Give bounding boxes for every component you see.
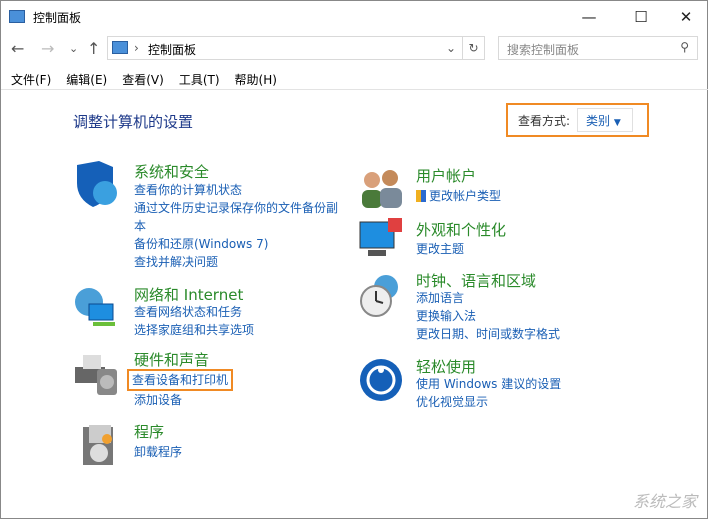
- link-change-account-type[interactable]: 更改帐户类型: [416, 187, 501, 205]
- link-devices-printers[interactable]: 查看设备和打印机: [127, 369, 234, 391]
- shield-icon: [77, 161, 117, 207]
- link-view-computer-status[interactable]: 查看你的计算机状态: [134, 181, 349, 199]
- menu-file[interactable]: 文件(F): [11, 71, 51, 88]
- menu-bar: 文件(F) 编辑(E) 查看(V) 工具(T) 帮助(H): [11, 71, 277, 88]
- view-by-label: 查看方式:: [518, 114, 571, 128]
- back-button[interactable]: ←: [11, 39, 24, 58]
- programs-icon: [83, 425, 113, 465]
- clock-links: 添加语言 更换输入法 更改日期、时间或数字格式: [416, 289, 560, 343]
- control-panel-icon: [112, 41, 128, 54]
- breadcrumb-control-panel[interactable]: 控制面板: [148, 41, 196, 58]
- clock-globe-icon: [360, 275, 398, 317]
- search-input[interactable]: 搜索控制面板 ⚲: [498, 36, 698, 60]
- page-title: 调整计算机的设置: [73, 113, 194, 131]
- category-appearance[interactable]: 外观和个性化: [416, 219, 506, 240]
- link-homegroup[interactable]: 选择家庭组和共享选项: [134, 321, 254, 339]
- user-links: 更改帐户类型: [416, 187, 501, 205]
- category-network-internet[interactable]: 网络和 Internet: [134, 284, 243, 305]
- link-optimize-visual-display[interactable]: 优化视觉显示: [416, 393, 561, 411]
- appearance-monitor-icon: [359, 218, 402, 256]
- category-programs[interactable]: 程序: [134, 421, 164, 442]
- link-change-input-method[interactable]: 更换输入法: [416, 307, 560, 325]
- hardware-links: 查看设备和打印机 添加设备: [127, 369, 234, 409]
- search-icon[interactable]: ⚲: [680, 40, 689, 54]
- minimize-button[interactable]: —: [569, 5, 609, 29]
- up-button[interactable]: ↑: [87, 39, 100, 58]
- category-user-accounts[interactable]: 用户帐户: [416, 165, 476, 186]
- system-security-links: 查看你的计算机状态 通过文件历史记录保存你的文件备份副本 备份和还原(Windo…: [134, 181, 349, 271]
- dropdown-arrow-icon: ▼: [613, 118, 621, 128]
- link-troubleshoot[interactable]: 查找并解决问题: [134, 253, 349, 271]
- link-change-date-time-format[interactable]: 更改日期、时间或数字格式: [416, 325, 560, 343]
- category-ease-of-access[interactable]: 轻松使用: [416, 356, 476, 377]
- close-button[interactable]: ✕: [666, 5, 706, 29]
- menu-help[interactable]: 帮助(H): [235, 71, 277, 88]
- printer-icon: [75, 355, 117, 395]
- link-file-history-backup[interactable]: 通过文件历史记录保存你的文件备份副本: [134, 199, 349, 235]
- link-uninstall-program[interactable]: 卸载程序: [134, 443, 182, 461]
- maximize-button[interactable]: ☐: [621, 5, 661, 29]
- link-add-device[interactable]: 添加设备: [127, 391, 233, 409]
- refresh-button[interactable]: ↻: [463, 36, 485, 60]
- category-system-security[interactable]: 系统和安全: [134, 161, 209, 182]
- link-network-status[interactable]: 查看网络状态和任务: [134, 303, 254, 321]
- app-icon: [9, 10, 25, 23]
- uac-shield-icon: [416, 190, 426, 202]
- menu-edit[interactable]: 编辑(E): [66, 71, 107, 88]
- category-clock-language-region[interactable]: 时钟、语言和区域: [416, 270, 536, 291]
- breadcrumb-separator: ›: [134, 41, 139, 55]
- view-by-select[interactable]: 类别 ▼: [577, 108, 633, 132]
- ease-links: 使用 Windows 建议的设置 优化视觉显示: [416, 375, 561, 411]
- link-backup-restore[interactable]: 备份和还原(Windows 7): [134, 235, 349, 253]
- menu-tools[interactable]: 工具(T): [179, 71, 220, 88]
- link-add-language[interactable]: 添加语言: [416, 289, 560, 307]
- network-links: 查看网络状态和任务 选择家庭组和共享选项: [134, 303, 254, 339]
- ease-of-access-icon: [360, 359, 402, 401]
- search-placeholder: 搜索控制面板: [507, 43, 580, 57]
- forward-button[interactable]: →: [41, 39, 54, 58]
- link-change-theme[interactable]: 更改主题: [416, 240, 464, 258]
- network-globe-icon: [75, 288, 115, 326]
- menu-view[interactable]: 查看(V): [122, 71, 164, 88]
- recent-locations-button[interactable]: ⌄: [69, 42, 78, 55]
- address-dropdown-icon[interactable]: ⌄: [446, 41, 456, 55]
- window-title: 控制面板: [33, 11, 82, 25]
- user-accounts-icon: [362, 170, 402, 208]
- view-by-value: 类别: [586, 114, 611, 128]
- category-hardware-sound[interactable]: 硬件和声音: [134, 349, 209, 370]
- link-recommended-settings[interactable]: 使用 Windows 建议的设置: [416, 375, 561, 393]
- link-text: 更改帐户类型: [429, 189, 502, 203]
- watermark-logo: 系统之家: [632, 492, 697, 511]
- divider: [1, 89, 708, 90]
- programs-links: 卸载程序: [134, 443, 182, 461]
- address-bar[interactable]: › 控制面板 ⌄: [107, 36, 463, 60]
- appearance-links: 更改主题: [416, 240, 464, 258]
